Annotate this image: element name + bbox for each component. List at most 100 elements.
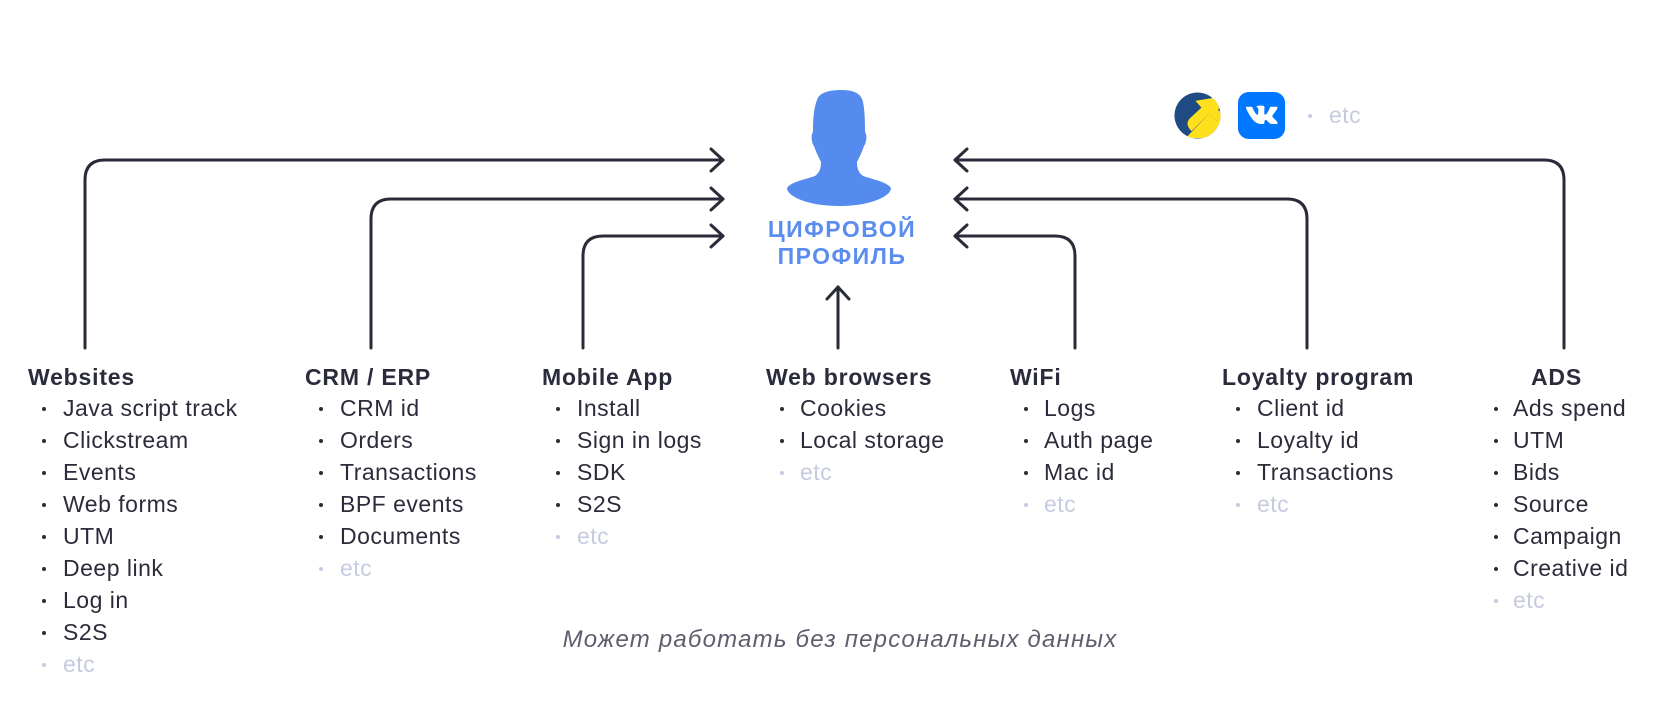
profile-title: ЦИФРОВОЙ ПРОФИЛЬ [742, 216, 942, 270]
list-item: Java script track [28, 392, 238, 424]
list-item-label: UTM [63, 523, 115, 549]
list-item: Transactions [305, 456, 477, 488]
bullet-icon [42, 535, 46, 539]
list-item: Auth page [1010, 424, 1153, 456]
bullet-icon [42, 631, 46, 635]
list-item-etc: etc [1222, 488, 1414, 520]
list-item-label: SDK [577, 459, 626, 485]
list-item-label: Campaign [1513, 523, 1622, 549]
list-item: Clickstream [28, 424, 238, 456]
bullet-icon [319, 503, 323, 507]
source-items: Java script track Clickstream Events Web… [28, 392, 238, 680]
bullet-icon [1236, 439, 1240, 443]
source-crm-erp: CRM / ERP CRM id Orders Transactions BPF… [305, 362, 477, 584]
list-item-label: Client id [1257, 395, 1345, 421]
source-title: ADS [1531, 364, 1582, 390]
list-item-label: etc [1513, 587, 1546, 613]
bullet-icon [1494, 567, 1498, 571]
list-item-label: etc [800, 459, 833, 485]
list-item: Events [28, 456, 238, 488]
bullet-icon [780, 407, 784, 411]
list-item-label: Loyalty id [1257, 427, 1360, 453]
source-title: CRM / ERP [305, 364, 432, 390]
bullet-icon [319, 567, 323, 571]
list-item-label: Ads spend [1513, 395, 1627, 421]
footer-note: Может работать без персональных данных [562, 626, 1118, 653]
list-item-label: Events [63, 459, 137, 485]
bullet-icon [319, 407, 323, 411]
bullet-icon [42, 503, 46, 507]
list-item: Transactions [1222, 456, 1414, 488]
list-item: Local storage [766, 424, 945, 456]
arrow-browsers [825, 285, 851, 350]
source-ads: ADS Ads spend UTM Bids Source Campaign C… [1494, 362, 1628, 616]
partners-etc: etc [1329, 102, 1362, 128]
bullet-icon [42, 663, 46, 667]
list-item-label: Java script track [63, 395, 238, 421]
bullet-icon [556, 471, 560, 475]
bullet-icon [1024, 503, 1028, 507]
list-item-label: Source [1513, 491, 1589, 517]
list-item: Ads spend [1494, 392, 1628, 424]
list-item-label: BPF events [340, 491, 464, 517]
list-item: Client id [1222, 392, 1414, 424]
list-item-label: Transactions [340, 459, 477, 485]
profile-title-line1: ЦИФРОВОЙ [767, 216, 917, 242]
list-item: Creative id [1494, 552, 1628, 584]
list-item-label: etc [1257, 491, 1290, 517]
list-item: Web forms [28, 488, 238, 520]
list-item-label: Transactions [1257, 459, 1394, 485]
arrow-wifi [953, 223, 1077, 350]
bullet-icon [319, 471, 323, 475]
list-item-label: Bids [1513, 459, 1560, 485]
list-item: Campaign [1494, 520, 1628, 552]
list-item-label: Install [577, 395, 641, 421]
list-item: S2S [542, 488, 702, 520]
list-item-label: UTM [1513, 427, 1565, 453]
list-item: Source [1494, 488, 1628, 520]
partner-logos: etc [1174, 92, 1361, 139]
list-item-label: Creative id [1513, 555, 1629, 581]
source-title: WiFi [1010, 364, 1062, 390]
bullet-icon [1494, 439, 1498, 443]
list-item: Mac id [1010, 456, 1153, 488]
list-item-etc: etc [542, 520, 702, 552]
bullet-icon [556, 503, 560, 507]
source-title: Web browsers [766, 364, 933, 390]
bullet-icon [1236, 407, 1240, 411]
source-web-browsers: Web browsers Cookies Local storage etc [766, 362, 945, 488]
list-item-label: Clickstream [63, 427, 189, 453]
list-item: Loyalty id [1222, 424, 1414, 456]
list-item-etc: etc [1494, 584, 1628, 616]
bullet-icon [1308, 113, 1312, 118]
person-icon [787, 90, 891, 206]
list-item-label: Web forms [63, 491, 179, 517]
source-title: Websites [28, 364, 135, 390]
list-item: Bids [1494, 456, 1628, 488]
bullet-icon [1494, 471, 1498, 475]
list-item: BPF events [305, 488, 477, 520]
bullet-icon [42, 471, 46, 475]
vk-logo-icon [1238, 92, 1285, 139]
source-items: Ads spend UTM Bids Source Campaign Creat… [1494, 392, 1628, 616]
list-item-label: Documents [340, 523, 461, 549]
bullet-icon [42, 599, 46, 603]
source-title: Mobile App [542, 364, 674, 390]
list-item-label: Sign in logs [577, 427, 702, 453]
source-items: CRM id Orders Transactions BPF events Do… [305, 392, 477, 584]
bullet-icon [556, 535, 560, 539]
list-item-label: CRM id [340, 395, 420, 421]
list-item: S2S [28, 616, 238, 648]
list-item-label: Logs [1044, 395, 1096, 421]
list-item: Documents [305, 520, 477, 552]
bullet-icon [1024, 407, 1028, 411]
bullet-icon [556, 407, 560, 411]
source-items: Client id Loyalty id Transactions etc [1222, 392, 1414, 520]
list-item: Sign in logs [542, 424, 702, 456]
list-item-label: etc [577, 523, 610, 549]
arrow-mobile [581, 223, 725, 350]
list-item: Orders [305, 424, 477, 456]
profile-title-line2: ПРОФИЛЬ [777, 243, 907, 269]
source-loyalty-program: Loyalty program Client id Loyalty id Tra… [1222, 362, 1414, 520]
bullet-icon [780, 471, 784, 475]
